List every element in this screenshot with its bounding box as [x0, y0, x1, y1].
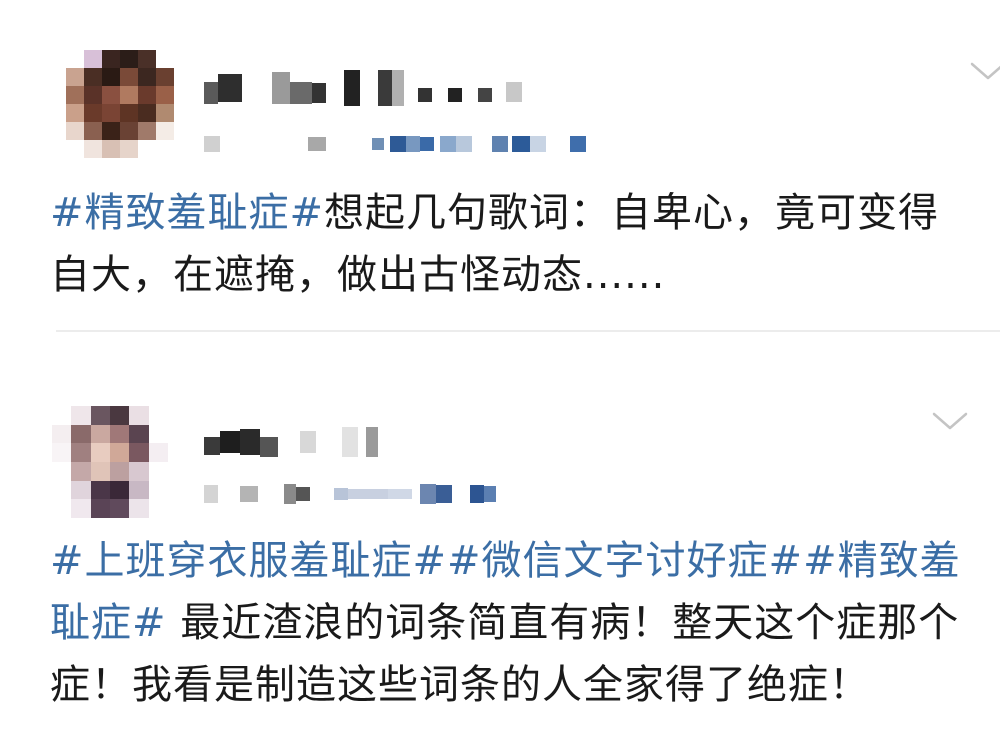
- post-text: #精致羞耻症#想起几句歌词：自卑心，竟可变得自大，在遮掩，做出古怪动态.....…: [50, 182, 980, 306]
- avatar[interactable]: [52, 406, 168, 518]
- topic-link[interactable]: #精致羞耻症#: [50, 190, 324, 236]
- post-card: #上班穿衣服羞耻症##微信文字讨好症##精致羞耻症# 最近渣浪的词条简直有病！整…: [0, 332, 1000, 750]
- chevron-down-icon[interactable]: [970, 60, 1000, 82]
- username-redacted[interactable]: [204, 68, 522, 108]
- post-meta-redacted: [204, 130, 586, 158]
- post-meta-redacted: [204, 480, 496, 508]
- chevron-down-icon[interactable]: [932, 410, 968, 432]
- post-text: #上班穿衣服羞耻症##微信文字讨好症##精致羞耻症# 最近渣浪的词条简直有病！整…: [50, 530, 980, 716]
- topic-link[interactable]: #上班穿衣服羞耻症#: [50, 538, 447, 584]
- topic-link[interactable]: #微信文字讨好症#: [447, 538, 803, 584]
- username-redacted[interactable]: [204, 422, 378, 462]
- post-body: 最近渣浪的词条简直有病！整天这个症那个症！我看是制造这些词条的人全家得了绝症！: [50, 600, 960, 708]
- avatar[interactable]: [66, 50, 174, 158]
- post-card: #精致羞耻症#想起几句歌词：自卑心，竟可变得自大，在遮掩，做出古怪动态.....…: [0, 0, 1000, 330]
